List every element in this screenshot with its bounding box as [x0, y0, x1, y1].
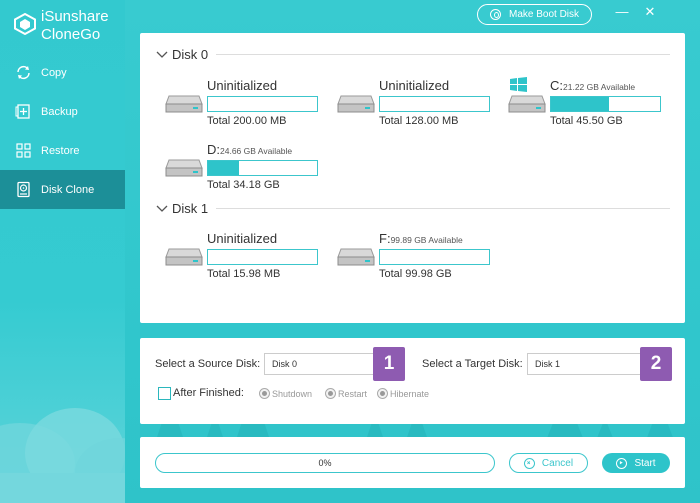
disk-header-0[interactable]: Disk 0	[140, 47, 685, 62]
hard-drive-icon	[165, 248, 203, 266]
cancel-icon	[523, 457, 535, 469]
partition-name: C:21.22 GB Available	[550, 78, 636, 93]
radio-dot	[259, 388, 270, 399]
chevron-down-icon	[156, 51, 168, 58]
usage-bar	[207, 96, 318, 112]
sidebar: iSunshare CloneGo Copy Backup Restore Di…	[0, 0, 125, 503]
disk-header-1[interactable]: Disk 1	[140, 201, 685, 216]
radio-label: Hibernate	[390, 388, 430, 399]
usage-bar	[207, 160, 318, 176]
disk-list-panel: Disk 0 Uninitialized Total 200.00 MB Uni…	[140, 33, 685, 323]
source-disk-select[interactable]: Disk 0	[264, 353, 382, 375]
windows-drive-icon	[508, 95, 546, 113]
sidebar-item-label: Disk Clone	[41, 183, 95, 196]
close-button[interactable]: ✕	[640, 3, 660, 21]
partition-name: F:99.89 GB Available	[379, 231, 463, 246]
sidebar-item-label: Restore	[41, 144, 80, 157]
chevron-down-icon	[156, 205, 168, 212]
partition-card[interactable]: Uninitialized Total 128.00 MB	[337, 78, 497, 127]
app-name-line2: CloneGo	[41, 26, 101, 43]
after-finished-checkbox[interactable]	[158, 387, 171, 400]
sidebar-item-label: Copy	[41, 66, 67, 79]
hard-drive-icon	[337, 95, 375, 113]
minimize-button[interactable]: —	[612, 3, 632, 21]
disk-clone-icon	[17, 181, 30, 198]
usage-fill	[551, 97, 609, 111]
divider	[216, 208, 670, 209]
progress-text: 0%	[318, 458, 332, 468]
shutdown-radio[interactable]: Shutdown	[259, 388, 312, 399]
cloud-decoration	[0, 408, 125, 503]
step-badge-1: 1	[373, 347, 405, 381]
usage-bar	[207, 249, 318, 265]
target-disk-select[interactable]: Disk 1	[527, 353, 647, 375]
make-boot-disk-label: Make Boot Disk	[508, 9, 580, 20]
sidebar-nav: Copy Backup Restore Disk Clone	[0, 53, 125, 209]
source-disk-label: Select a Source Disk:	[155, 358, 261, 370]
partition-card[interactable]: C:21.22 GB Available Total 45.50 GB	[508, 77, 668, 127]
disk-label: Disk 0	[172, 47, 209, 62]
usage-fill	[208, 161, 239, 175]
sidebar-item-label: Backup	[41, 105, 78, 118]
boot-disk-icon	[489, 9, 501, 20]
hard-drive-icon	[337, 248, 375, 266]
app-name-line1: iSunshare	[41, 8, 109, 25]
partition-name: Uninitialized	[207, 78, 278, 93]
partition-name: D:24.66 GB Available	[207, 142, 293, 157]
titlebar: Make Boot Disk — ✕	[125, 0, 700, 30]
logo-icon	[14, 13, 36, 35]
partition-card[interactable]: D:24.66 GB Available Total 34.18 GB	[165, 142, 325, 191]
hard-drive-icon	[165, 95, 203, 113]
copy-icon	[17, 65, 30, 80]
radio-dot	[377, 388, 388, 399]
radio-dot	[325, 388, 336, 399]
progress-panel: 0% Cancel Start	[140, 437, 685, 488]
backup-icon	[15, 104, 30, 119]
sidebar-item-copy[interactable]: Copy	[0, 53, 125, 92]
radio-label: Restart	[338, 388, 368, 399]
cancel-button[interactable]: Cancel	[509, 453, 588, 473]
partition-total: Total 99.98 GB	[379, 268, 452, 280]
sidebar-item-backup[interactable]: Backup	[0, 92, 125, 131]
sidebar-item-restore[interactable]: Restore	[0, 131, 125, 170]
hibernate-radio[interactable]: Hibernate	[377, 388, 429, 399]
cancel-label: Cancel	[541, 457, 574, 469]
partition-total: Total 45.50 GB	[550, 115, 623, 127]
partition-card[interactable]: F:99.89 GB Available Total 99.98 GB	[337, 231, 497, 280]
start-label: Start	[634, 457, 656, 469]
usage-bar	[550, 96, 661, 112]
app-logo: iSunshare CloneGo	[14, 8, 109, 44]
hard-drive-icon	[165, 159, 203, 177]
partition-total: Total 200.00 MB	[207, 115, 287, 127]
partition-total: Total 128.00 MB	[379, 115, 459, 127]
restart-radio[interactable]: Restart	[325, 388, 367, 399]
partition-name: Uninitialized	[207, 231, 278, 246]
clone-options-panel: Select a Source Disk: Disk 0 1 Select a …	[140, 338, 685, 424]
usage-bar	[379, 249, 490, 265]
usage-bar	[379, 96, 490, 112]
make-boot-disk-button[interactable]: Make Boot Disk	[477, 4, 592, 25]
main-area: Make Boot Disk — ✕ Disk 0 Uninitialized …	[125, 0, 700, 503]
play-icon	[616, 457, 628, 469]
target-disk-label: Select a Target Disk:	[422, 358, 523, 370]
divider	[216, 54, 670, 55]
radio-label: Shutdown	[272, 388, 313, 399]
partition-total: Total 15.98 MB	[207, 268, 281, 280]
disk-label: Disk 1	[172, 201, 209, 216]
step-badge-2: 2	[640, 347, 672, 381]
partition-card[interactable]: Uninitialized Total 15.98 MB	[165, 231, 325, 280]
sidebar-item-disk-clone[interactable]: Disk Clone	[0, 170, 125, 209]
partition-card[interactable]: Uninitialized Total 200.00 MB	[165, 78, 325, 127]
start-button[interactable]: Start	[602, 453, 670, 473]
restore-icon	[16, 143, 31, 158]
windows-logo-icon	[510, 77, 527, 92]
partition-total: Total 34.18 GB	[207, 179, 280, 191]
partition-name: Uninitialized	[379, 78, 450, 93]
after-finished-label: After Finished:	[173, 387, 244, 399]
progress-bar: 0%	[155, 453, 495, 473]
